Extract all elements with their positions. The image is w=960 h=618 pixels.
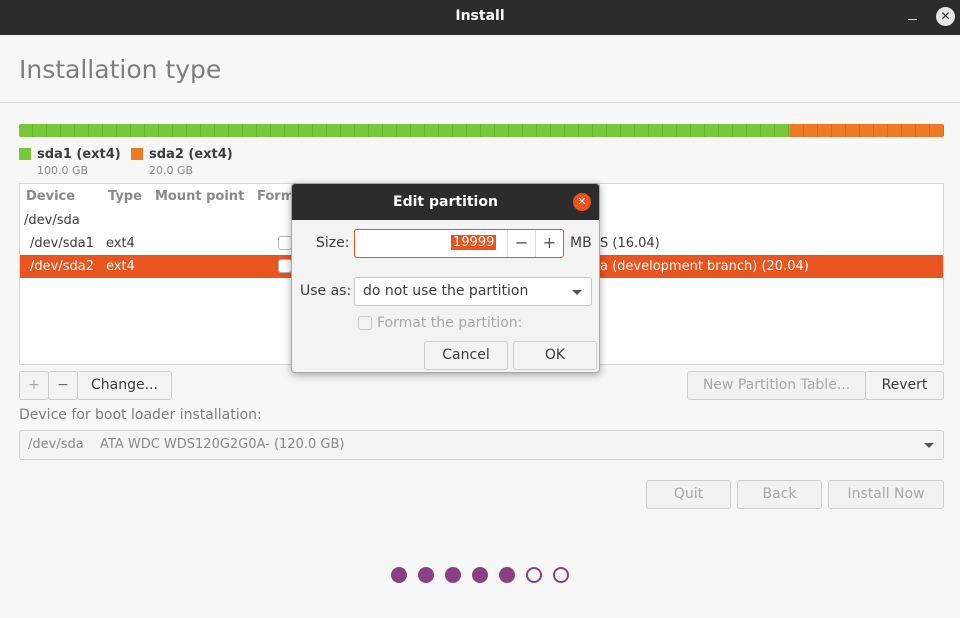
progress-dot-pending bbox=[553, 567, 569, 583]
column-header-device[interactable]: Device bbox=[26, 189, 75, 204]
add-partition-button[interactable]: + bbox=[19, 371, 49, 400]
legend-swatch-sda1 bbox=[19, 148, 31, 160]
format-partition-checkbox[interactable] bbox=[358, 316, 372, 330]
partition-bar-segment-sda1 bbox=[19, 124, 790, 137]
ok-button[interactable]: OK bbox=[513, 341, 597, 370]
size-label: Size: bbox=[316, 235, 350, 251]
close-icon[interactable]: ✕ bbox=[936, 7, 955, 26]
progress-dot-pending bbox=[526, 567, 542, 583]
use-as-label: Use as: bbox=[300, 283, 352, 299]
bootloader-device: /dev/sda bbox=[28, 437, 84, 452]
back-button[interactable]: Back bbox=[737, 480, 822, 509]
column-header-mount-point[interactable]: Mount point bbox=[155, 189, 244, 204]
dialog-title: Edit partition bbox=[393, 194, 498, 210]
size-spinbutton[interactable]: 19999 − + bbox=[354, 229, 564, 258]
row-device: /dev/sda1 bbox=[30, 236, 94, 251]
row-type: ext4 bbox=[106, 236, 135, 251]
cancel-button[interactable]: Cancel bbox=[424, 341, 508, 370]
format-checkbox[interactable] bbox=[278, 259, 292, 273]
bootloader-label: Device for boot loader installation: bbox=[19, 407, 262, 423]
new-partition-table-button[interactable]: New Partition Table... bbox=[687, 371, 866, 400]
window-titlebar: Install ✕ bbox=[0, 0, 960, 35]
row-system: S (16.04) bbox=[600, 236, 660, 251]
bootloader-device-description: ATA WDC WDS120G2G0A- (120.0 GB) bbox=[100, 437, 345, 452]
legend-swatch-sda2 bbox=[131, 148, 143, 160]
bootloader-device-select[interactable]: /dev/sda ATA WDC WDS120G2G0A- (120.0 GB) bbox=[19, 430, 944, 460]
chevron-down-icon bbox=[572, 290, 582, 295]
install-now-button[interactable]: Install Now bbox=[828, 480, 944, 509]
chevron-down-icon bbox=[924, 443, 934, 448]
legend-name: sda1 (ext4) bbox=[37, 147, 121, 162]
format-partition-label: Format the partition: bbox=[377, 315, 523, 331]
row-device: /dev/sda bbox=[24, 213, 80, 228]
close-icon[interactable]: ✕ bbox=[573, 193, 591, 211]
progress-dot-done bbox=[472, 567, 488, 583]
change-partition-button[interactable]: Change... bbox=[77, 371, 172, 400]
increment-button[interactable]: + bbox=[535, 230, 563, 257]
edit-partition-dialog: Edit partition ✕ Size: 19999 − + MB Use … bbox=[291, 183, 600, 373]
decrement-button[interactable]: − bbox=[507, 230, 535, 257]
legend-size: 100.0 GB bbox=[37, 164, 89, 177]
progress-dot-done bbox=[418, 567, 434, 583]
remove-partition-button[interactable]: − bbox=[48, 371, 78, 400]
page-title: Installation type bbox=[19, 55, 222, 84]
use-as-select[interactable]: do not use the partition bbox=[354, 277, 592, 306]
format-checkbox[interactable] bbox=[278, 236, 292, 250]
progress-dot-done bbox=[391, 567, 407, 583]
quit-button[interactable]: Quit bbox=[646, 480, 731, 509]
revert-button[interactable]: Revert bbox=[865, 371, 944, 400]
dialog-titlebar: Edit partition ✕ bbox=[292, 184, 599, 220]
partition-usage-bar bbox=[19, 124, 944, 137]
page-header: Installation type bbox=[0, 35, 960, 103]
column-header-type[interactable]: Type bbox=[108, 189, 142, 204]
progress-dot-done bbox=[445, 567, 461, 583]
legend-size: 20.0 GB bbox=[149, 164, 194, 177]
progress-dot-current bbox=[499, 567, 515, 583]
use-as-value: do not use the partition bbox=[363, 283, 529, 299]
progress-steps bbox=[391, 567, 576, 583]
row-type: ext4 bbox=[106, 259, 135, 274]
row-device: /dev/sda2 bbox=[30, 259, 94, 274]
size-unit: MB bbox=[570, 235, 592, 251]
legend-name: sda2 (ext4) bbox=[149, 147, 233, 162]
row-system: a (development branch) (20.04) bbox=[600, 259, 809, 274]
partition-bar-segment-sda2 bbox=[790, 124, 944, 137]
size-value[interactable]: 19999 bbox=[451, 235, 497, 250]
minimize-icon[interactable] bbox=[906, 9, 920, 23]
column-header-format[interactable]: Form bbox=[257, 189, 294, 204]
window-title: Install bbox=[455, 8, 505, 24]
